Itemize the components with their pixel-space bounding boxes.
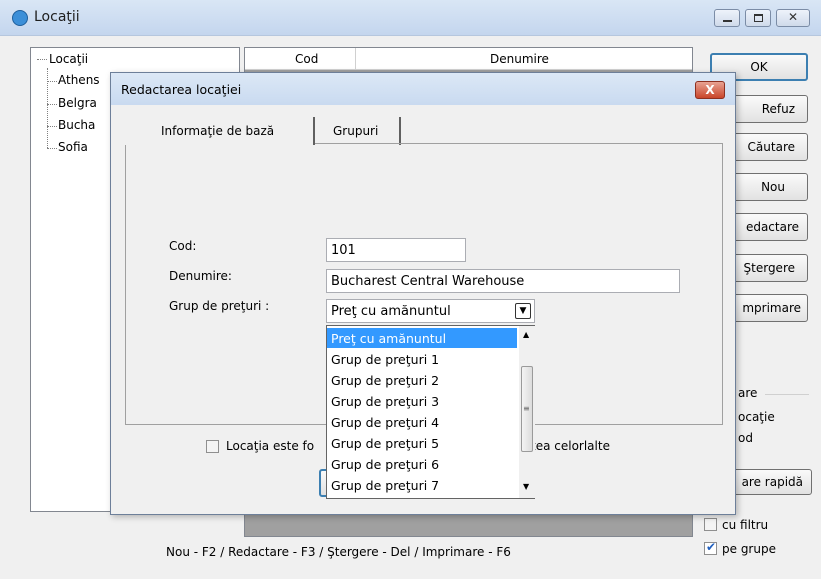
price-group-label: Grup de preţuri : xyxy=(169,299,270,313)
price-group-dropdown[interactable]: Preţ cu amănuntul Grup de preţuri 1 Grup… xyxy=(326,325,535,499)
tree-item-root[interactable]: Locaţii xyxy=(49,52,88,66)
filter-checkbox-label: cu filtru xyxy=(722,518,769,532)
close-window-button[interactable]: ✕ xyxy=(776,9,810,27)
dropdown-arrow-button[interactable]: ▼ xyxy=(515,303,531,319)
price-group-select[interactable]: Preţ cu amănuntul ▼ xyxy=(326,299,535,323)
price-group-option[interactable]: Grup de preţuri 2 xyxy=(327,370,517,390)
close-icon: X xyxy=(705,83,715,97)
scroll-up-icon[interactable]: ▲ xyxy=(523,330,529,339)
main-titlebar: Locaţii ✕ xyxy=(0,0,821,36)
code-field[interactable]: 101 xyxy=(326,238,466,262)
search-by-code-label[interactable]: od xyxy=(738,431,753,445)
tree-connector xyxy=(47,81,57,82)
tree-item-sofia[interactable]: Sofia xyxy=(58,140,88,154)
tree-item-belgrade[interactable]: Belgra xyxy=(58,96,97,110)
maximize-icon xyxy=(754,14,763,22)
tree-item-athens[interactable]: Athens xyxy=(58,73,100,87)
name-label: Denumire: xyxy=(169,269,232,283)
tab-groups-label: Grupuri xyxy=(333,124,379,138)
tree-connector xyxy=(37,59,47,60)
search-group-line xyxy=(765,394,809,395)
tree-connector xyxy=(47,148,57,149)
edit-location-dialog: Redactarea locaţiei X Informaţie de bază… xyxy=(110,72,736,515)
checkmark-icon: ✔ xyxy=(706,540,717,554)
tab-basic-info[interactable]: Informaţie de bază xyxy=(125,117,315,145)
chevron-down-icon: ▼ xyxy=(519,306,527,316)
tab-strip-line xyxy=(315,143,723,144)
price-group-option[interactable]: Grup de preţuri 1 xyxy=(327,349,517,369)
filter-checkbox[interactable] xyxy=(704,518,717,531)
scrollbar-grip-icon: ≡ xyxy=(523,404,530,413)
minimize-icon xyxy=(723,20,732,22)
tab-basic-info-label: Informaţie de bază xyxy=(161,124,275,138)
maximize-button[interactable] xyxy=(745,9,771,27)
dialog-close-button[interactable]: X xyxy=(695,81,725,99)
tab-groups[interactable]: Grupuri xyxy=(315,117,401,145)
column-header-code[interactable]: Cod xyxy=(295,52,318,66)
minimize-button[interactable] xyxy=(714,9,740,27)
close-icon: ✕ xyxy=(788,10,799,24)
name-field[interactable]: Bucharest Central Warehouse xyxy=(326,269,680,293)
price-group-value: Preţ cu amănuntul xyxy=(331,303,451,319)
scroll-down-icon[interactable]: ▼ xyxy=(523,482,529,491)
location-checkbox[interactable] xyxy=(206,440,219,453)
groups-checkbox-label: pe grupe xyxy=(722,542,776,556)
tree-connector xyxy=(47,126,57,127)
price-group-option[interactable]: Preţ cu amănuntul xyxy=(327,328,517,348)
shortcuts-hint: Nou - F2 / Redactare - F3 / Ştergere - D… xyxy=(166,545,511,559)
column-header-name[interactable]: Denumire xyxy=(490,52,549,66)
dropdown-scrollbar[interactable]: ▲ ≡ ▼ xyxy=(519,326,535,498)
app-icon xyxy=(12,10,28,26)
location-checkbox-label-right: tea celorlalte xyxy=(531,439,610,453)
tree-vertical-line xyxy=(47,68,48,148)
column-divider xyxy=(355,48,356,70)
window-title: Locaţii xyxy=(34,9,80,25)
tree-item-bucharest[interactable]: Bucha xyxy=(58,118,95,132)
price-group-option[interactable]: Grup de preţuri 4 xyxy=(327,412,517,432)
dialog-titlebar: Redactarea locaţiei X xyxy=(111,73,735,105)
tree-connector xyxy=(47,104,57,105)
location-checkbox-label-left: Locaţia este fo xyxy=(226,439,315,453)
price-group-option[interactable]: Grup de preţuri 3 xyxy=(327,391,517,411)
search-group-label: are xyxy=(738,386,758,400)
grid-header: Cod Denumire xyxy=(245,48,692,70)
price-group-option[interactable]: Grup de preţuri 5 xyxy=(327,433,517,453)
groups-checkbox[interactable]: ✔ xyxy=(704,540,717,555)
dialog-title: Redactarea locaţiei xyxy=(121,82,242,97)
price-group-option[interactable]: Grup de preţuri 6 xyxy=(327,454,517,474)
price-group-option[interactable]: Grup de preţuri 7 xyxy=(327,475,517,495)
search-by-location-label[interactable]: ocaţie xyxy=(738,410,775,424)
code-label: Cod: xyxy=(169,239,197,253)
